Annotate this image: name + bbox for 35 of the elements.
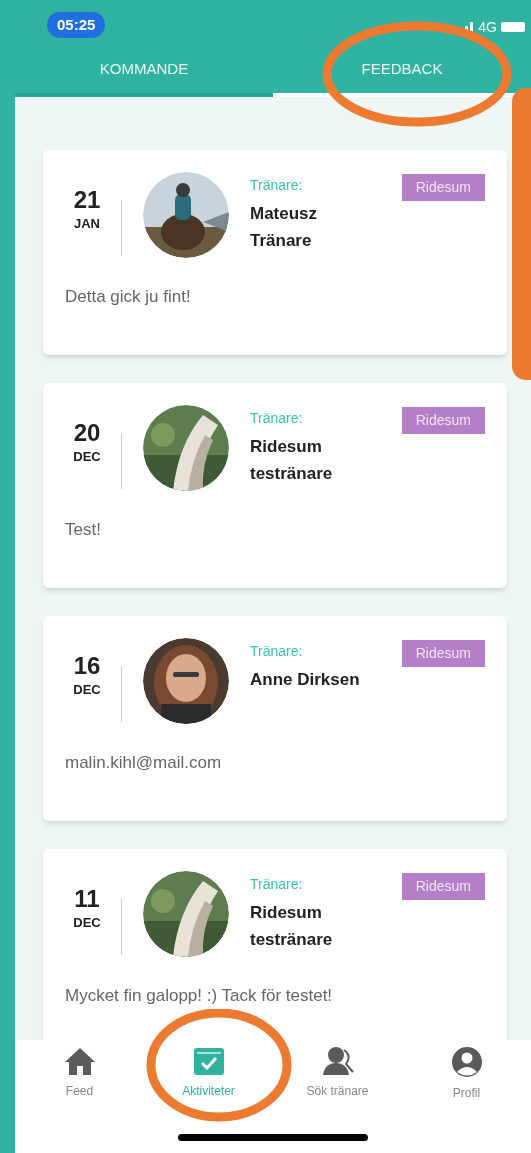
feedback-card[interactable]: 16 DEC Tränare: Anne Dirksen Ridesum malin.kihl@mail.com [43, 616, 507, 821]
date-day: 21 [73, 186, 101, 214]
calendar-check-icon [192, 1046, 225, 1076]
network-label: 4G [478, 17, 497, 37]
category-tag: Ridesum [401, 407, 485, 434]
clock-pill: 05:25 [47, 11, 106, 39]
trainer-name: Mateusz Tränare [250, 203, 319, 252]
role-label: Tränare: [250, 875, 304, 894]
date-day: 16 [73, 652, 101, 680]
feedback-card[interactable]: 11 DEC Tränare: Ridesum testränare Ridesum Mycket fin galopp! :) Tack för testet! [43, 849, 507, 1040]
role-label: Tränare: [250, 409, 304, 428]
date-day: 11 [74, 885, 100, 913]
category-tag: Ridesum [401, 174, 485, 201]
feedback-card[interactable]: 20 DEC Tränare: Ridesum testränare Ridesum Test! [43, 383, 507, 588]
date-month: DEC [73, 681, 101, 699]
nav-item[interactable]: Sök tränare [273, 1046, 402, 1102]
trainer-name: Ridesum testränare [250, 902, 334, 951]
date-month: JAN [74, 215, 100, 233]
person-icon [321, 1046, 354, 1076]
trainer-name: Anne Dirksen [250, 669, 361, 691]
date-day: 20 [73, 419, 101, 447]
date-month: DEC [73, 914, 101, 932]
nav-item[interactable]: Aktiviteter [144, 1046, 273, 1102]
home-icon [63, 1046, 96, 1076]
profile-icon [450, 1046, 483, 1078]
role-label: Tränare: [250, 176, 304, 195]
feedback-card[interactable]: 21 JAN Tränare: Mateusz Tränare Ridesum Detta gick ju fint! [43, 150, 507, 355]
nav-item[interactable]: Feed [15, 1046, 144, 1102]
role-label: Tränare: [250, 642, 304, 661]
nav-item[interactable]: Profil [402, 1046, 531, 1102]
category-tag: Ridesum [401, 640, 485, 667]
trainer-name: Ridesum testränare [250, 436, 334, 485]
battery-icon [501, 21, 527, 33]
category-tag: Ridesum [401, 873, 485, 900]
date-month: DEC [73, 448, 101, 466]
